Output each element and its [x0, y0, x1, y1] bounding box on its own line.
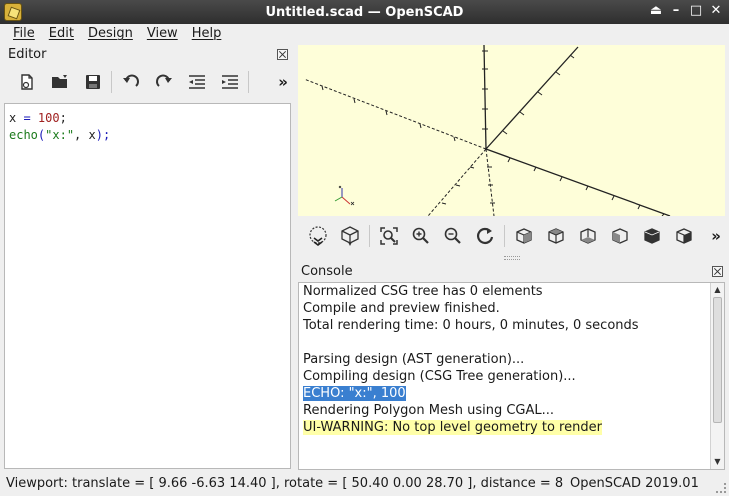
- axes-drawing: [303, 45, 671, 216]
- console-output[interactable]: Normalized CSG tree has 0 elements Compi…: [298, 282, 725, 470]
- unindent-icon[interactable]: [180, 67, 213, 97]
- indent-icon[interactable]: [213, 67, 246, 97]
- save-icon[interactable]: [76, 67, 109, 97]
- view-all-icon[interactable]: [373, 221, 405, 251]
- console-echo-line: ECHO: "x:", 100: [303, 386, 406, 401]
- view-right-icon[interactable]: [508, 221, 540, 251]
- console-line: Compiling design (CSG Tree generation)..…: [303, 369, 576, 384]
- openscad-app-icon[interactable]: [4, 3, 22, 21]
- new-file-icon[interactable]: [10, 67, 43, 97]
- status-bar: Viewport: translate = [ 9.66 -6.63 14.40…: [0, 472, 729, 494]
- view-bottom-icon[interactable]: [572, 221, 604, 251]
- window-resize-grip[interactable]: [716, 483, 726, 493]
- console-line: Parsing design (AST generation)...: [303, 352, 525, 367]
- redo-icon[interactable]: [147, 67, 180, 97]
- minimize-button[interactable]: –: [669, 3, 683, 19]
- window-titlebar[interactable]: Untitled.scad — OpenSCAD ⏏ – □ ✕: [0, 0, 729, 24]
- view-top-icon[interactable]: [540, 221, 572, 251]
- console-line: Rendering Polygon Mesh using CGAL...: [303, 403, 555, 418]
- menu-view[interactable]: View: [140, 24, 185, 44]
- console-header: Console: [298, 262, 729, 280]
- editor-header: Editor: [0, 44, 294, 64]
- menu-file[interactable]: File: [6, 24, 42, 44]
- code-editor[interactable]: x = 100; echo("x:", x);: [4, 103, 291, 469]
- reset-view-icon[interactable]: [469, 221, 501, 251]
- editor-toolbar: »: [0, 64, 294, 100]
- console-scrollbar[interactable]: ▲ ▼: [710, 283, 724, 469]
- viewport-status: Viewport: translate = [ 9.66 -6.63 14.40…: [6, 475, 564, 491]
- editor-title: Editor: [8, 46, 47, 62]
- editor-toolbar-overflow-icon[interactable]: »: [278, 73, 288, 91]
- console-line: Normalized CSG tree has 0 elements: [303, 284, 543, 299]
- view-toolbar: »: [298, 218, 729, 254]
- menu-design[interactable]: Design: [81, 24, 140, 44]
- close-window-button[interactable]: ✕: [709, 3, 723, 19]
- menu-bar: File Edit Design View Help: [0, 24, 729, 44]
- menu-help[interactable]: Help: [185, 24, 229, 44]
- 3d-viewport[interactable]: [298, 45, 725, 216]
- splitter-handle[interactable]: [504, 256, 520, 260]
- console-line: Compile and preview finished.: [303, 301, 500, 316]
- console-line: Total rendering time: 0 hours, 0 minutes…: [303, 318, 639, 333]
- view-back-icon[interactable]: [668, 221, 700, 251]
- render-icon[interactable]: [334, 221, 366, 251]
- keep-above-button[interactable]: ⏏: [649, 3, 663, 19]
- code-line-1: x = 100;: [9, 111, 67, 125]
- version-label: OpenSCAD 2019.01: [570, 475, 699, 491]
- toolbar-separator: [248, 71, 249, 93]
- scroll-down-arrow-icon[interactable]: ▼: [711, 455, 724, 469]
- menu-edit[interactable]: Edit: [42, 24, 81, 44]
- open-file-icon[interactable]: [43, 67, 76, 97]
- undo-icon[interactable]: [114, 67, 147, 97]
- toolbar-separator: [369, 225, 370, 247]
- console-warning-line: UI-WARNING: No top level geometry to ren…: [303, 420, 602, 435]
- maximize-button[interactable]: □: [689, 3, 703, 19]
- view-front-icon[interactable]: [636, 221, 668, 251]
- close-console-icon[interactable]: [712, 265, 723, 277]
- window-controls: ⏏ – □ ✕: [649, 3, 723, 19]
- close-editor-icon[interactable]: [277, 48, 288, 60]
- zoom-out-icon[interactable]: [437, 221, 469, 251]
- scrollbar-thumb[interactable]: [713, 297, 722, 423]
- console-pane: Console Normalized CSG tree has 0 elemen…: [298, 262, 729, 470]
- editor-pane: Editor » x = 100; echo("x:", x);: [0, 44, 294, 470]
- scroll-up-arrow-icon[interactable]: ▲: [711, 283, 724, 297]
- toolbar-separator: [504, 225, 505, 247]
- view-left-icon[interactable]: [604, 221, 636, 251]
- toolbar-separator: [111, 71, 112, 93]
- zoom-in-icon[interactable]: [405, 221, 437, 251]
- view-toolbar-overflow-icon[interactable]: »: [711, 227, 721, 245]
- console-title: Console: [301, 263, 353, 279]
- code-line-2: echo("x:", x);: [9, 128, 111, 142]
- preview-icon[interactable]: [302, 221, 334, 251]
- window-title: Untitled.scad — OpenSCAD: [265, 4, 464, 20]
